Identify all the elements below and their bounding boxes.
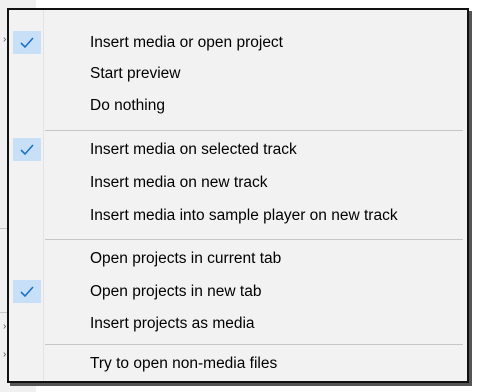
menu-separator [45,130,463,131]
checkmark-icon [20,285,34,297]
menu-item-insert-media-on-new-track[interactable]: Insert media on new track [11,167,465,198]
menu-item-insert-media-on-selected-track[interactable]: Insert media on selected track [11,134,465,165]
menu-item-label: Insert media on new track [90,173,268,191]
checkmark-icon [20,143,34,155]
chevron-right-icon[interactable]: › [3,350,6,360]
menu-item-label: Insert media or open project [90,33,283,51]
menu-item-insert-projects-as-media[interactable]: Insert projects as media [11,308,465,339]
menu-item-insert-media-or-open-project[interactable]: Insert media or open project [11,27,465,58]
menu-item-open-projects-in-new-tab[interactable]: Open projects in new tab [11,276,465,307]
menu-item-label: Open projects in new tab [90,282,262,300]
menu-item-insert-media-into-sample-player[interactable]: Insert media into sample player on new t… [11,200,465,231]
context-menu: Insert media or open project Start previ… [7,8,469,383]
menu-separator [45,239,463,240]
menu-separator [45,344,463,345]
check-highlight [13,138,41,161]
chevron-right-icon[interactable]: › [3,322,6,332]
check-highlight [13,31,41,54]
menu-item-label: Insert media on selected track [90,140,297,158]
menu-item-label: Do nothing [90,96,165,114]
menu-item-label: Open projects in current tab [90,249,282,267]
menu-item-label: Try to open non-media files [90,354,278,372]
menu-item-label: Insert media into sample player on new t… [90,206,398,224]
menu-item-do-nothing[interactable]: Do nothing [11,90,465,121]
menu-item-try-to-open-non-media-files[interactable]: Try to open non-media files [11,348,465,379]
checkmark-icon [20,36,34,48]
menu-item-start-preview[interactable]: Start preview [11,58,465,89]
check-highlight [13,280,41,303]
chevron-right-icon[interactable]: › [3,35,6,45]
menu-item-label: Start preview [90,64,181,82]
menu-item-open-projects-in-current-tab[interactable]: Open projects in current tab [11,243,465,274]
menu-item-label: Insert projects as media [90,314,255,332]
